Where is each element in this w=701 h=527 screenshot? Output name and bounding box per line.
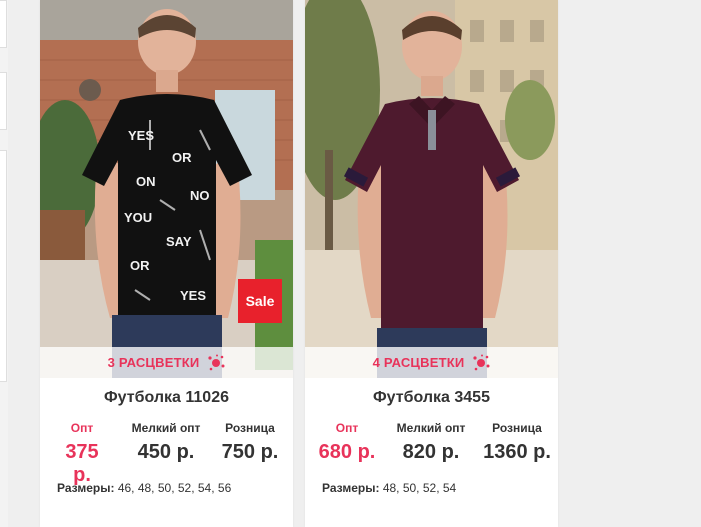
colors-strip[interactable]: 4 РАСЦВЕТКИ — [305, 347, 558, 378]
price-retail: Розница 750 р. — [220, 421, 280, 464]
price-label: Опт — [70, 421, 94, 435]
product-title[interactable]: Футболка 11026 — [40, 389, 293, 407]
product-photo-2[interactable] — [305, 0, 558, 378]
shirt-print-word: YOU — [124, 210, 152, 225]
sale-badge: Sale — [238, 279, 282, 323]
colors-strip[interactable]: 3 РАСЦВЕТКИ — [40, 347, 293, 378]
sizes-value: 48, 50, 52, 54 — [382, 481, 457, 495]
price-label: Опт — [335, 421, 359, 435]
sizes-value: 46, 48, 50, 52, 54, 56 — [117, 481, 232, 495]
price-value: 680 р. — [318, 441, 376, 463]
product-card-1[interactable]: YES OR ON NO YOU SAY OR YES Sale 3 РАСЦВ… — [40, 0, 293, 527]
colors-count-label: 4 РАСЦВЕТКИ — [372, 355, 465, 370]
color-splash-icon — [208, 354, 225, 370]
shirt-print-word: NO — [190, 188, 210, 203]
price-label: Мелкий опт — [396, 421, 466, 435]
sizes-label: Размеры: — [322, 481, 380, 495]
shirt-print-word: ON — [136, 174, 156, 189]
price-retail: Розница 1360 р. — [479, 421, 555, 464]
color-splash-icon — [473, 354, 490, 370]
sizes-line: Размеры: 46, 48, 50, 52, 54, 56 — [57, 481, 231, 495]
left-tab-2[interactable] — [0, 72, 7, 130]
price-label: Розница — [225, 421, 275, 435]
left-tab-1[interactable] — [0, 0, 7, 48]
price-value: 820 р. — [402, 441, 460, 463]
price-small-opt: Мелкий опт 820 р. — [391, 421, 471, 464]
price-value: 450 р. — [137, 441, 195, 463]
price-label: Мелкий опт — [131, 421, 201, 435]
product-title[interactable]: Футболка 3455 — [305, 389, 558, 407]
price-small-opt: Мелкий опт 450 р. — [126, 421, 206, 464]
shirt-print-word: OR — [130, 258, 150, 273]
price-opt: Опт 680 р. — [317, 421, 377, 464]
product-card-2[interactable]: 4 РАСЦВЕТКИ Футболка 3455 Опт 680 р. Мел… — [305, 0, 558, 527]
shirt-print-word: OR — [172, 150, 192, 165]
shirt-print-word: YES — [180, 288, 206, 303]
left-tab-3[interactable] — [0, 150, 7, 382]
price-value: 750 р. — [221, 441, 279, 463]
sizes-line: Размеры: 48, 50, 52, 54 — [322, 481, 456, 495]
price-opt: Опт 375 р. — [62, 421, 102, 487]
colors-count-label: 3 РАСЦВЕТКИ — [107, 355, 200, 370]
shirt-print-word: SAY — [166, 234, 192, 249]
sizes-label: Размеры: — [57, 481, 115, 495]
price-label: Розница — [492, 421, 542, 435]
price-value: 1360 р. — [483, 441, 551, 463]
